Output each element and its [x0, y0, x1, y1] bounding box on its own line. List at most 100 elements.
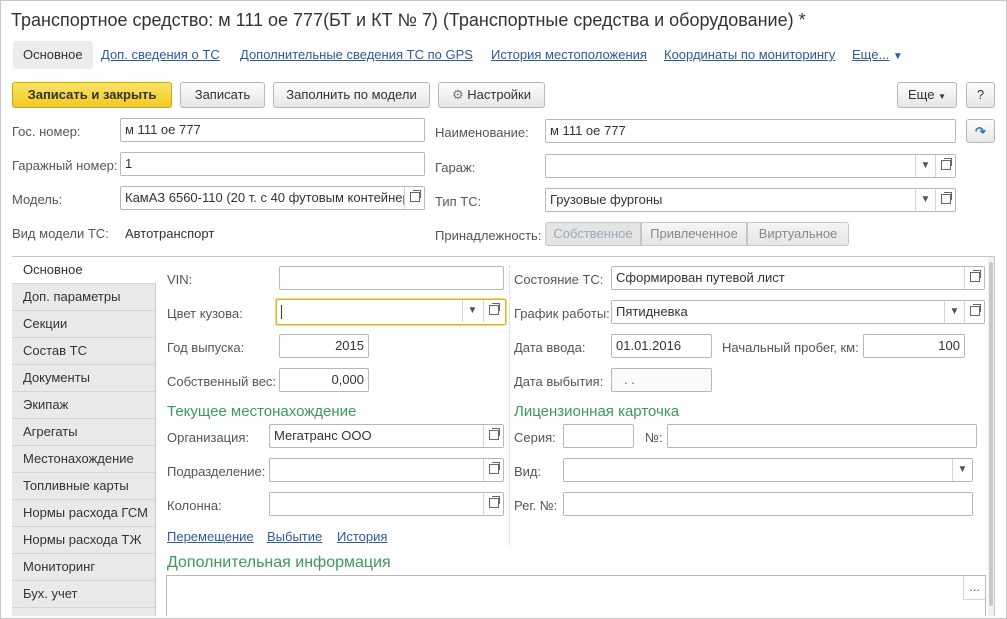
ownership-virtual[interactable]: Виртуальное: [747, 222, 849, 246]
division-label: Подразделение:: [167, 464, 266, 479]
sidebar-item-units[interactable]: Агрегаты: [12, 419, 156, 446]
vin-field[interactable]: [279, 266, 504, 290]
extra-info-field[interactable]: ...: [166, 575, 986, 616]
open-icon[interactable]: [964, 267, 984, 289]
sidebar-item-extra-params[interactable]: Доп. параметры: [12, 284, 156, 311]
dropdown-icon[interactable]: ▼: [944, 301, 964, 323]
tab-gps-info[interactable]: Дополнительные сведения ТС по GPS: [240, 41, 473, 69]
number-field[interactable]: [667, 424, 977, 448]
sidebar-item-composition[interactable]: Состав ТС: [12, 338, 156, 365]
column-field[interactable]: [269, 492, 504, 516]
sidebar-item-sections[interactable]: Секции: [12, 311, 156, 338]
name-field[interactable]: м 111 ое 777: [545, 119, 956, 143]
move-link[interactable]: Перемещение: [167, 529, 254, 544]
mileage-field[interactable]: 100: [863, 334, 965, 358]
input-date-field[interactable]: 01.01.2016: [611, 334, 712, 358]
open-icon[interactable]: [404, 187, 424, 209]
settings-button[interactable]: ⚙ Настройки: [438, 82, 545, 108]
garage-number-field[interactable]: 1: [120, 152, 425, 176]
type-value: Грузовые фургоны: [550, 192, 663, 207]
more-label: Еще: [908, 87, 935, 102]
dropdown-icon[interactable]: ▼: [952, 459, 972, 481]
tab-more[interactable]: Еще... ▼: [852, 41, 903, 69]
state-value: Сформирован путевой лист: [616, 270, 785, 285]
chevron-down-icon: ▼: [892, 51, 903, 62]
ellipsis-icon[interactable]: ...: [963, 576, 985, 600]
name-label: Наименование:: [435, 125, 529, 140]
weight-field[interactable]: 0,000: [279, 368, 369, 392]
org-field[interactable]: Мегатранс ООО: [269, 424, 504, 448]
garage-label: Гараж:: [435, 160, 476, 175]
model-value: КамАЗ 6560-110 (20 т. с 40 футовым конте…: [125, 190, 425, 205]
more-button[interactable]: Еще ▼: [897, 82, 957, 108]
body-color-field[interactable]: ▼: [276, 299, 506, 325]
chevron-down-icon: ▼: [938, 92, 946, 101]
sidebar-item-accounting[interactable]: Бух. учет: [12, 581, 156, 608]
reg-field[interactable]: [563, 492, 973, 516]
weight-label: Собственный вес:: [167, 374, 277, 389]
open-icon[interactable]: [483, 300, 503, 322]
sidebar-item-main[interactable]: Основное: [12, 257, 156, 284]
gear-icon: ⚙: [451, 87, 464, 102]
tab-more-label: Еще...: [852, 47, 890, 62]
open-icon[interactable]: [483, 493, 503, 515]
kind-field[interactable]: ▼: [563, 458, 973, 482]
year-label: Год выпуска:: [167, 340, 245, 355]
dropdown-icon[interactable]: ▼: [915, 155, 935, 177]
division-field[interactable]: [269, 458, 504, 482]
number-label: №:: [645, 430, 663, 445]
history-link[interactable]: История: [337, 529, 387, 544]
series-label: Серия:: [514, 430, 556, 445]
tab-monitoring-coords[interactable]: Координаты по мониторингу: [664, 41, 835, 69]
tab-location-history[interactable]: История местоположения: [491, 41, 647, 69]
garage-field[interactable]: ▼: [545, 154, 956, 178]
schedule-field[interactable]: Пятидневка ▼: [611, 300, 985, 324]
sidebar-item-documents[interactable]: Документы: [12, 365, 156, 392]
tab-extra-info[interactable]: Доп. сведения о ТС: [101, 41, 220, 69]
save-close-button[interactable]: Записать и закрыть: [12, 82, 172, 108]
schedule-label: График работы:: [514, 306, 610, 321]
model-kind-label: Вид модели ТС:: [12, 226, 109, 241]
kind-label: Вид:: [514, 464, 542, 479]
schedule-value: Пятидневка: [616, 304, 688, 319]
model-label: Модель:: [12, 192, 63, 207]
sidebar-item-liquid-norms[interactable]: Нормы расхода ТЖ: [12, 527, 156, 554]
reg-label: Рег. №:: [514, 498, 558, 513]
type-label: Тип ТС:: [435, 194, 482, 209]
out-date-field[interactable]: . .: [611, 368, 712, 392]
sidebar-item-crew[interactable]: Экипаж: [12, 392, 156, 419]
disposal-link[interactable]: Выбытие: [267, 529, 322, 544]
series-field[interactable]: [563, 424, 634, 448]
year-field[interactable]: 2015: [279, 334, 369, 358]
model-field[interactable]: КамАЗ 6560-110 (20 т. с 40 футовым конте…: [120, 186, 425, 210]
tab-main[interactable]: Основное: [13, 41, 93, 69]
open-icon[interactable]: [964, 301, 984, 323]
settings-label: Настройки: [467, 87, 532, 102]
sidebar-item-location[interactable]: Местонахождение: [12, 446, 156, 473]
sidebar-item-fuel-cards[interactable]: Топливные карты: [12, 473, 156, 500]
dropdown-icon[interactable]: ▼: [462, 300, 482, 322]
state-field[interactable]: Сформирован путевой лист: [611, 266, 985, 290]
gov-number-field[interactable]: м 111 ое 777: [120, 118, 425, 142]
type-field[interactable]: Грузовые фургоны ▼: [545, 188, 956, 212]
help-button[interactable]: ?: [966, 82, 995, 108]
open-icon[interactable]: [483, 459, 503, 481]
open-icon[interactable]: [935, 189, 955, 211]
location-section-title: Текущее местонахождение: [167, 403, 357, 420]
save-button[interactable]: Записать: [180, 82, 265, 108]
dropdown-icon[interactable]: ▼: [915, 189, 935, 211]
fill-by-model-button[interactable]: Заполнить по модели: [273, 82, 430, 108]
open-icon[interactable]: [483, 425, 503, 447]
model-kind-value: Автотранспорт: [125, 226, 215, 241]
ownership-attracted[interactable]: Привлеченное: [641, 222, 747, 246]
garage-number-label: Гаражный номер:: [12, 158, 118, 173]
refresh-name-button[interactable]: ↷: [966, 119, 995, 143]
sidebar-item-fuel-norms[interactable]: Нормы расхода ГСМ: [12, 500, 156, 527]
vin-label: VIN:: [167, 272, 193, 287]
open-icon[interactable]: [935, 155, 955, 177]
license-section-title: Лицензионная карточка: [514, 403, 680, 420]
ownership-own[interactable]: Собственное: [545, 222, 641, 246]
scrollbar-thumb[interactable]: [989, 262, 993, 606]
sidebar-item-monitoring[interactable]: Мониторинг: [12, 554, 156, 581]
ownership-label: Принадлежность:: [435, 228, 542, 243]
